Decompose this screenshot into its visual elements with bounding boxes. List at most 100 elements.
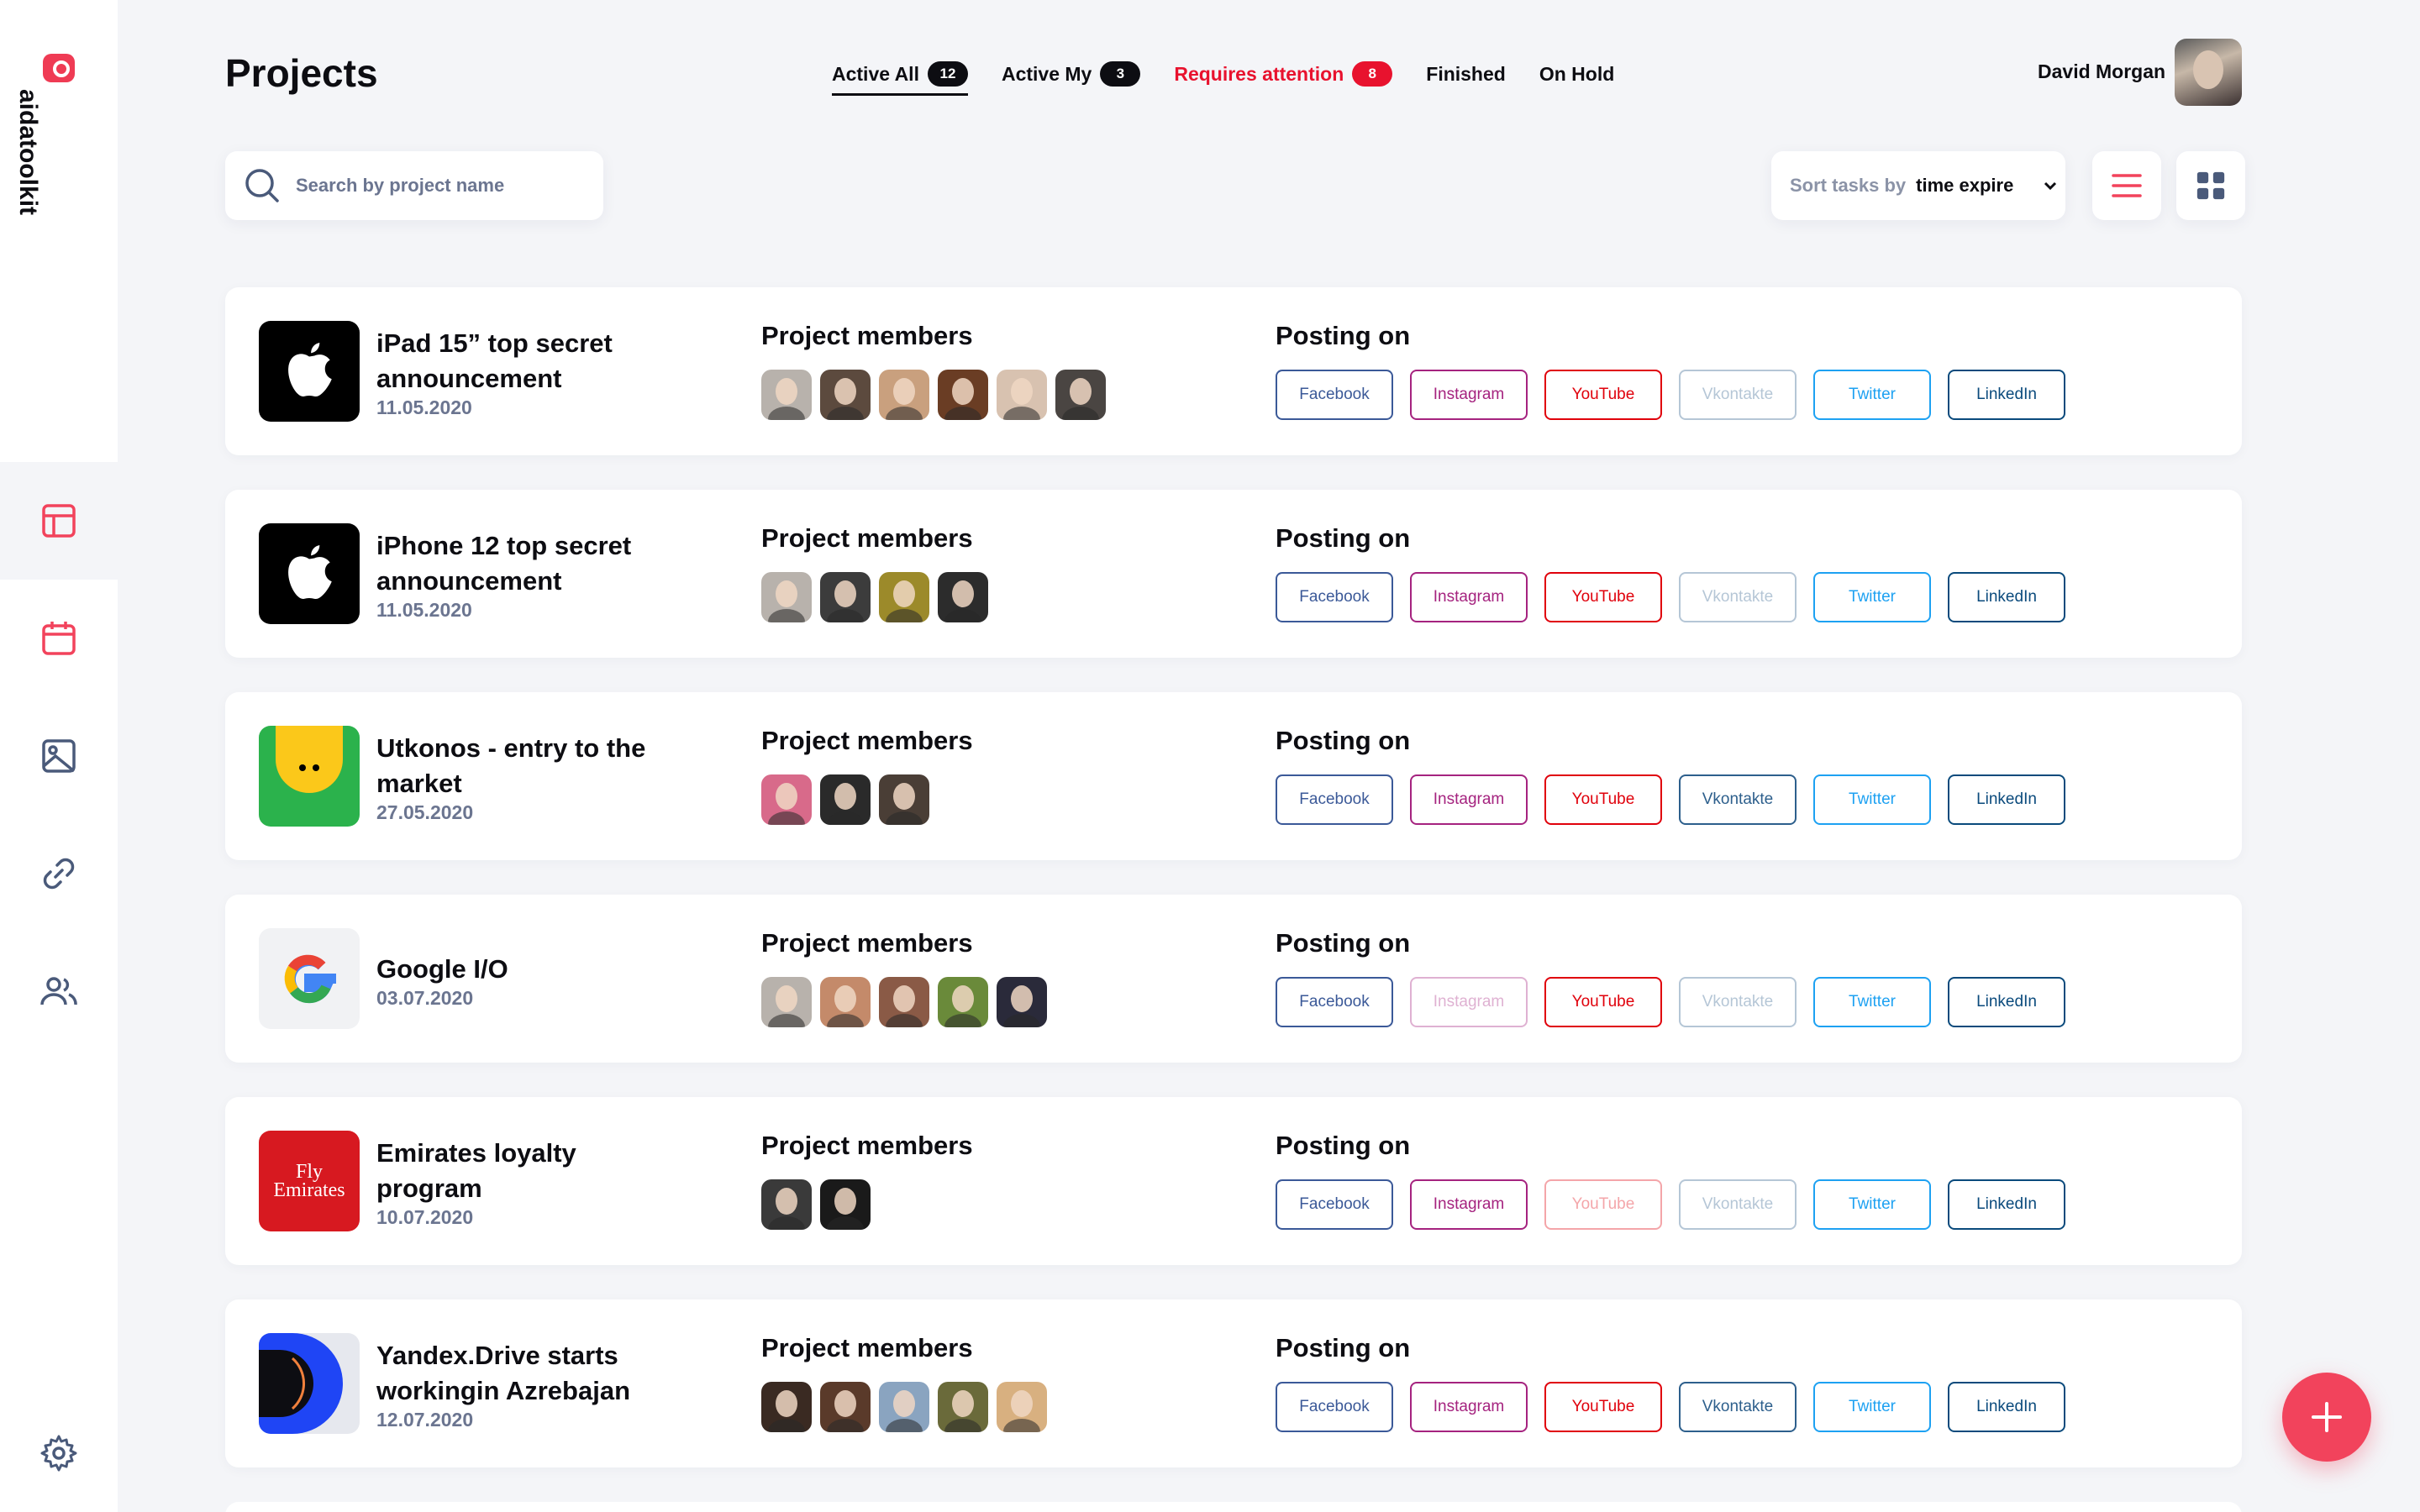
network-toggle-vkontakte[interactable]: Vkontakte [1679,977,1797,1027]
member-avatar[interactable] [879,572,929,622]
member-avatar[interactable] [938,1382,988,1432]
chevron-down-icon [2044,181,2057,191]
member-avatar[interactable] [820,1179,871,1230]
add-project-button[interactable] [2282,1373,2371,1462]
network-toggle-vkontakte[interactable]: Vkontakte [1679,572,1797,622]
network-toggle-vkontakte[interactable]: Vkontakte [1679,1179,1797,1230]
app-logo[interactable] [40,54,77,82]
tab-requires-attention[interactable]: Requires attention 8 [1174,55,1393,92]
network-toggle-linkedin[interactable]: LinkedIn [1948,1179,2065,1230]
network-toggle-instagram[interactable]: Instagram [1410,1382,1528,1432]
network-toggle-instagram[interactable]: Instagram [1410,572,1528,622]
member-avatar[interactable] [820,1382,871,1432]
member-avatars [761,370,1106,420]
network-toggle-youtube[interactable]: YouTube [1544,774,1662,825]
member-avatar[interactable] [761,370,812,420]
network-toggle-linkedin[interactable]: LinkedIn [1948,370,2065,420]
network-toggle-vkontakte[interactable]: Vkontakte [1679,1382,1797,1432]
sidebar-item-dashboard[interactable] [0,462,118,580]
member-avatar[interactable] [820,977,871,1027]
member-avatar[interactable] [938,977,988,1027]
member-avatar[interactable] [879,370,929,420]
network-toggle-linkedin[interactable]: LinkedIn [1948,572,2065,622]
network-toggle-linkedin[interactable]: LinkedIn [1948,774,2065,825]
member-avatar[interactable] [761,1382,812,1432]
project-card[interactable]: Utkonos - entry to the market 27.05.2020 P… [225,692,2242,860]
member-avatar[interactable] [879,1382,929,1432]
member-avatar[interactable] [997,977,1047,1027]
tab-active-my[interactable]: Active My 3 [1002,55,1141,92]
network-toggle-twitter[interactable]: Twitter [1813,774,1931,825]
network-toggle-vkontakte[interactable]: Vkontakte [1679,774,1797,825]
tab-on-hold[interactable]: On Hold [1539,55,1614,92]
project-card[interactable]: Google I/O 03.07.2020 Project members Posti… [225,895,2242,1063]
project-card[interactable]: Yandex.Drive starts workingin Azrebajan 1… [225,1299,2242,1467]
posting-networks: Facebook Instagram YouTube Vkontakte Twitter… [1276,977,2065,1027]
network-toggle-youtube[interactable]: YouTube [1544,1382,1662,1432]
network-toggle-youtube[interactable]: YouTube [1544,572,1662,622]
calendar-icon [42,622,76,655]
list-view-button[interactable] [2092,151,2161,220]
project-title[interactable]: Emirates loyalty program [376,1136,679,1206]
network-toggle-twitter[interactable]: Twitter [1813,370,1931,420]
project-title[interactable]: iPhone 12 top secret announcement [376,528,679,599]
network-toggle-linkedin[interactable]: LinkedIn [1948,977,2065,1027]
sort-dropdown[interactable]: Sort tasks by time expire [1771,151,2065,220]
network-toggle-twitter[interactable]: Twitter [1813,977,1931,1027]
network-toggle-vkontakte[interactable]: Vkontakte [1679,370,1797,420]
network-toggle-facebook[interactable]: Facebook [1276,572,1393,622]
member-avatar[interactable] [761,977,812,1027]
project-title[interactable]: Utkonos - entry to the market [376,731,679,801]
tab-count-badge: 8 [1352,61,1393,87]
sidebar-item-calendar[interactable] [0,580,118,697]
tab-finished[interactable]: Finished [1426,55,1506,92]
member-avatar[interactable] [879,774,929,825]
project-title[interactable]: Google I/O [376,952,679,987]
member-avatar[interactable] [761,774,812,825]
project-card[interactable]: Fly Emirates Emirates loyalty program 10.0… [225,1097,2242,1265]
network-toggle-facebook[interactable]: Facebook [1276,774,1393,825]
project-card[interactable]: iPad 15” top secret announcement 11.05.20… [225,287,2242,455]
grid-view-button[interactable] [2176,151,2245,220]
network-toggle-youtube[interactable]: YouTube [1544,370,1662,420]
member-avatar[interactable] [997,1382,1047,1432]
network-toggle-instagram[interactable]: Instagram [1410,774,1528,825]
utkonos-logo [259,726,360,827]
tab-active-all[interactable]: Active All 12 [832,55,968,96]
user-avatar[interactable] [2175,39,2242,106]
posting-networks: Facebook Instagram YouTube Vkontakte Twitter… [1276,572,2065,622]
sidebar-item-users[interactable] [0,932,118,1050]
network-toggle-instagram[interactable]: Instagram [1410,1179,1528,1230]
network-toggle-twitter[interactable]: Twitter [1813,1179,1931,1230]
sidebar-item-links[interactable] [0,815,118,932]
member-avatar[interactable] [820,572,871,622]
tab-label: Requires attention [1174,62,1344,85]
project-title[interactable]: iPad 15” top secret announcement [376,326,679,396]
network-toggle-instagram[interactable]: Instagram [1410,977,1528,1027]
user-name[interactable]: David Morgan [2038,60,2165,83]
network-toggle-facebook[interactable]: Facebook [1276,370,1393,420]
sidebar-item-settings[interactable] [0,1394,118,1512]
network-toggle-facebook[interactable]: Facebook [1276,977,1393,1027]
member-avatar[interactable] [1055,370,1106,420]
network-toggle-youtube[interactable]: YouTube [1544,1179,1662,1230]
sidebar-item-media[interactable] [0,697,118,815]
project-title[interactable]: Yandex.Drive starts workingin Azrebajan [376,1338,679,1409]
network-toggle-facebook[interactable]: Facebook [1276,1179,1393,1230]
network-toggle-twitter[interactable]: Twitter [1813,1382,1931,1432]
network-toggle-linkedin[interactable]: LinkedIn [1948,1382,2065,1432]
member-avatar[interactable] [997,370,1047,420]
member-avatar[interactable] [879,977,929,1027]
network-toggle-instagram[interactable]: Instagram [1410,370,1528,420]
network-toggle-twitter[interactable]: Twitter [1813,572,1931,622]
member-avatar[interactable] [761,1179,812,1230]
search-input[interactable] [296,175,581,197]
member-avatar[interactable] [820,370,871,420]
network-toggle-youtube[interactable]: YouTube [1544,977,1662,1027]
member-avatar[interactable] [761,572,812,622]
member-avatar[interactable] [938,370,988,420]
project-card[interactable]: iPhone 12 top secret announcement 11.05.2… [225,490,2242,658]
network-toggle-facebook[interactable]: Facebook [1276,1382,1393,1432]
member-avatar[interactable] [938,572,988,622]
member-avatar[interactable] [820,774,871,825]
